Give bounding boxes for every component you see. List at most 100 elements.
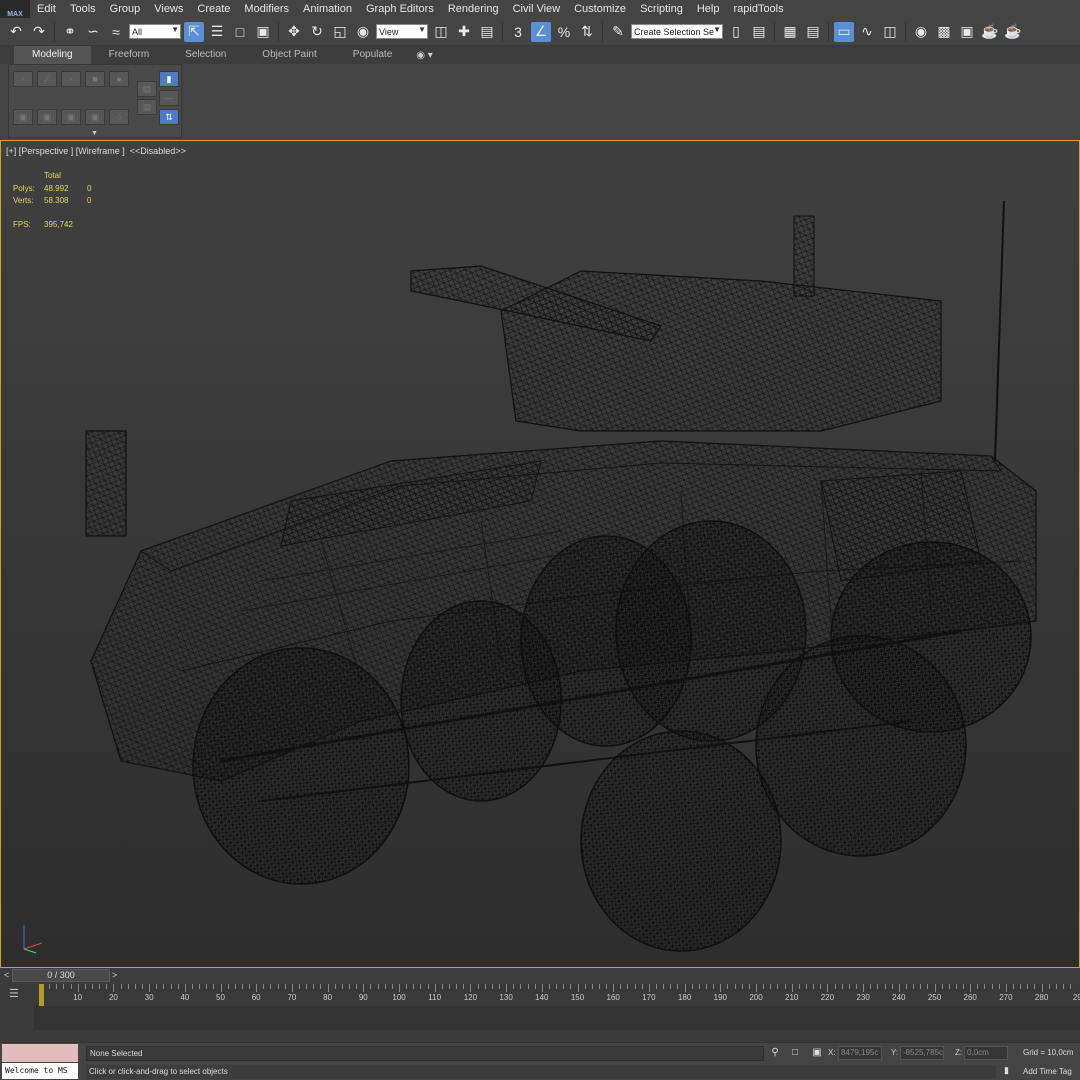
spinner-snap-icon[interactable]: ⇅ <box>577 22 597 42</box>
tab-selection[interactable]: Selection <box>167 46 244 64</box>
viewport-label[interactable]: [+] [Perspective ] [Wireframe ] <<Disabl… <box>6 146 186 156</box>
align-icon[interactable]: ▤ <box>749 22 769 42</box>
menu-customize[interactable]: Customize <box>567 0 633 18</box>
frame-tick <box>120 984 122 989</box>
frame-tick <box>791 984 793 992</box>
render-setup-icon[interactable]: ▩ <box>934 22 954 42</box>
render-iterative-icon[interactable]: ☕ <box>1003 22 1023 42</box>
menu-help[interactable]: Help <box>690 0 727 18</box>
tab-modeling[interactable]: Modeling <box>14 46 91 64</box>
schematic-view-icon[interactable]: ◫ <box>880 22 900 42</box>
undo-icon[interactable]: ↶ <box>6 22 26 42</box>
menu-graph-editors[interactable]: Graph Editors <box>359 0 441 18</box>
time-slider-thumb[interactable]: 0 / 300 <box>12 969 110 982</box>
menu-create[interactable]: Create <box>190 0 237 18</box>
menu-tools[interactable]: Tools <box>63 0 103 18</box>
window-crossing-icon[interactable]: ▣ <box>253 22 273 42</box>
ribbon-options-button[interactable]: ◉ ▾ <box>416 50 433 61</box>
x-coordinate-field[interactable]: 8479,195c <box>838 1046 882 1060</box>
time-tag-icon[interactable]: ▮ <box>1004 1065 1016 1077</box>
modify-sub-icon-1[interactable]: ▣ <box>13 109 33 125</box>
app-logo[interactable]: MAX <box>0 0 30 18</box>
vehicle-wireframe[interactable] <box>61 201 1061 961</box>
layer-explorer-icon[interactable]: ▦ <box>780 22 800 42</box>
unlink-icon[interactable]: ∽ <box>83 22 103 42</box>
menu-rendering[interactable]: Rendering <box>441 0 506 18</box>
key-track[interactable] <box>34 1006 1080 1030</box>
modify-sub-icon-2[interactable]: ▣ <box>37 109 57 125</box>
snaps-toggle-icon[interactable]: 3 <box>508 22 528 42</box>
modify-sub-icon-4[interactable]: ▣ <box>85 109 105 125</box>
tab-object-paint[interactable]: Object Paint <box>244 46 334 64</box>
select-by-name-icon[interactable]: ☰ <box>207 22 227 42</box>
ribbon-pin-icon[interactable]: ▮ <box>159 71 179 87</box>
y-coordinate-field[interactable]: -8525,785c <box>900 1046 944 1060</box>
place-icon[interactable]: ◉ <box>353 22 373 42</box>
frame-tick <box>684 984 686 992</box>
select-manipulate-icon[interactable]: ✚ <box>454 22 474 42</box>
maxscript-listener-input[interactable]: Welcome to MS <box>2 1063 78 1079</box>
modify-sub-icon-5[interactable]: ○ <box>109 109 129 125</box>
scale-icon[interactable]: ◱ <box>330 22 350 42</box>
track-bar[interactable]: ☰ 01020304050607080901001101201301401501… <box>0 984 1080 1042</box>
vertex-icon[interactable]: ⋅ <box>13 71 33 87</box>
edit-named-selections-icon[interactable]: ✎ <box>608 22 628 42</box>
perspective-viewport[interactable]: [+] [Perspective ] [Wireframe ] <<Disabl… <box>0 140 1080 968</box>
rendered-frame-window-icon[interactable]: ▣ <box>957 22 977 42</box>
add-time-tag-button[interactable]: Add Time Tag <box>1023 1067 1072 1076</box>
render-production-icon[interactable]: ☕ <box>980 22 1000 42</box>
percent-snap-icon[interactable]: % <box>554 22 574 42</box>
mirror-icon[interactable]: ▯ <box>726 22 746 42</box>
modify-sub-icon-3[interactable]: ▣ <box>61 109 81 125</box>
frame-ruler[interactable]: 0102030405060708090100110120130140150160… <box>34 984 1080 1006</box>
ribbon-side-icon-2[interactable]: ▤ <box>137 99 157 115</box>
z-coordinate-field[interactable]: 0,0cm <box>964 1046 1008 1060</box>
element-icon[interactable]: ● <box>109 71 129 87</box>
isolate-selection-icon[interactable]: ⚲ <box>768 1047 782 1060</box>
border-icon[interactable]: ◦ <box>61 71 81 87</box>
tab-populate[interactable]: Populate <box>335 46 410 64</box>
reference-coordinate-dropdown[interactable]: View ▼ <box>376 24 428 39</box>
menu-rapidtools[interactable]: rapidTools <box>726 0 790 18</box>
named-selection-sets-dropdown[interactable]: Create Selection Se ▼ <box>631 24 723 39</box>
curve-editor-icon[interactable]: ∿ <box>857 22 877 42</box>
polygon-icon[interactable]: ■ <box>85 71 105 87</box>
select-object-icon[interactable]: ⇱ <box>184 21 204 42</box>
menu-scripting[interactable]: Scripting <box>633 0 690 18</box>
time-slider-next-button[interactable]: > <box>112 970 117 980</box>
move-icon[interactable]: ✥ <box>284 22 304 42</box>
rotate-icon[interactable]: ↻ <box>307 22 327 42</box>
time-slider-prev-button[interactable]: < <box>4 970 9 980</box>
link-icon[interactable]: ⚭ <box>60 22 80 42</box>
ribbon-minimize-icon[interactable]: — <box>159 90 179 106</box>
maxscript-listener-output[interactable] <box>2 1044 78 1062</box>
ribbon-expand-icon[interactable]: ⇅ <box>159 109 179 125</box>
edge-icon[interactable]: ∕ <box>37 71 57 87</box>
selection-filter-dropdown[interactable]: All ▼ <box>129 24 181 39</box>
menu-group[interactable]: Group <box>103 0 148 18</box>
keyboard-shortcut-icon[interactable]: ▤ <box>477 22 497 42</box>
lock-selection-icon[interactable]: □ <box>788 1047 802 1060</box>
toolbar-divider <box>278 21 279 42</box>
rectangular-selection-icon[interactable]: □ <box>230 22 250 42</box>
layer-manager-icon[interactable]: ▤ <box>803 22 823 42</box>
material-editor-icon[interactable]: ◉ <box>911 22 931 42</box>
ribbon-side-icon-1[interactable]: ▤ <box>137 81 157 97</box>
pivot-center-icon[interactable]: ◫ <box>431 22 451 42</box>
tab-freeform[interactable]: Freeform <box>91 46 168 64</box>
menu-civil-view[interactable]: Civil View <box>506 0 567 18</box>
mini-curve-editor-icon[interactable]: ☰ <box>9 987 25 1001</box>
ribbon-toggle-icon[interactable]: ▭ <box>834 21 854 42</box>
panel-collapse-icon[interactable]: ▼ <box>91 130 98 137</box>
frame-label: 10 <box>73 993 83 1002</box>
menu-edit[interactable]: Edit <box>30 0 63 18</box>
redo-icon[interactable]: ↷ <box>29 22 49 42</box>
menu-animation[interactable]: Animation <box>296 0 359 18</box>
menu-modifiers[interactable]: Modifiers <box>237 0 296 18</box>
bind-space-warp-icon[interactable]: ≈ <box>106 22 126 42</box>
angle-snap-icon[interactable]: ∠ <box>531 21 551 42</box>
time-slider[interactable]: < 0 / 300 > <box>0 968 1080 984</box>
menu-views[interactable]: Views <box>147 0 190 18</box>
frame-tick <box>584 984 586 989</box>
absolute-mode-icon[interactable]: ▣ <box>810 1047 824 1060</box>
